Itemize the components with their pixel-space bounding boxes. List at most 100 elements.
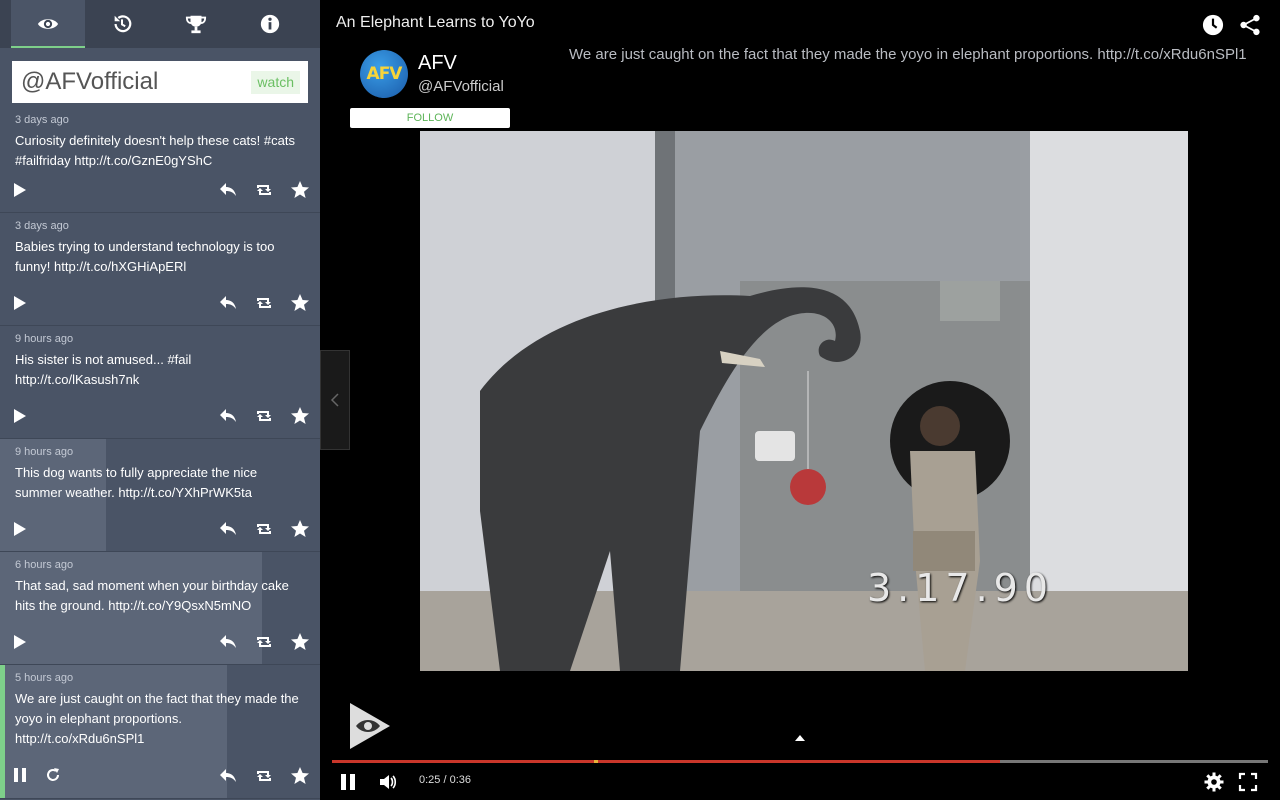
tweet-actions [0, 519, 320, 539]
watch-button[interactable]: watch [251, 71, 300, 94]
retweet-button[interactable] [254, 406, 274, 426]
star-icon [291, 633, 309, 650]
retweet-icon [257, 524, 271, 534]
star-icon [291, 181, 309, 198]
follow-button[interactable]: FOLLOW [350, 108, 510, 128]
list-item[interactable]: 9 hours ago This dog wants to fully appre… [0, 439, 320, 552]
volume-button[interactable] [378, 772, 398, 792]
share-icon [1240, 14, 1260, 36]
play-button[interactable] [12, 521, 28, 537]
video-progress-bar[interactable] [332, 760, 1268, 763]
pause-button[interactable] [338, 772, 358, 792]
tweet-time: 9 hours ago [15, 446, 74, 458]
play-button[interactable] [12, 408, 28, 424]
app-root: watch 3 days ago Curiosity definitely doe… [0, 0, 1280, 800]
tweet-actions [0, 632, 320, 652]
tab-watch[interactable] [11, 0, 85, 48]
list-item[interactable]: 6 hours ago That sad, sad moment when you… [0, 552, 320, 665]
history-button[interactable] [1202, 14, 1224, 36]
reply-button[interactable] [218, 293, 238, 313]
favorite-button[interactable] [290, 180, 310, 200]
video-date-stamp: 3.17.90 [866, 566, 1054, 610]
tweet-actions [0, 406, 320, 426]
clock-icon [1202, 14, 1224, 36]
sidebar: watch 3 days ago Curiosity definitely doe… [0, 0, 320, 800]
tweet-text: This dog wants to fully appreciate the n… [15, 465, 258, 500]
reply-icon [220, 296, 236, 309]
tweet-actions [0, 293, 320, 313]
profile-handle: @AFVofficial [418, 78, 504, 95]
favorite-button[interactable] [290, 519, 310, 539]
favorite-button[interactable] [290, 632, 310, 652]
gear-icon [1204, 772, 1224, 792]
reply-button[interactable] [218, 632, 238, 652]
retweet-button[interactable] [254, 180, 274, 200]
channel-logo-play-button[interactable] [348, 701, 392, 751]
play-button[interactable] [12, 295, 28, 311]
tweet-text: Curiosity definitely doesn't help these … [15, 133, 295, 168]
tweet-actions [0, 766, 320, 786]
chevron-left-icon [330, 393, 339, 407]
fullscreen-button[interactable] [1238, 772, 1258, 792]
pause-button[interactable] [12, 766, 30, 784]
reply-button[interactable] [218, 406, 238, 426]
tweet-time: 3 days ago [15, 220, 69, 232]
retweet-icon [257, 771, 271, 781]
retweet-icon [257, 411, 271, 421]
play-button[interactable] [12, 182, 28, 198]
list-item[interactable]: 3 days ago Curiosity definitely doesn't h… [0, 113, 320, 213]
reply-icon [220, 183, 236, 196]
trophy-icon [185, 15, 207, 34]
pause-icon [341, 774, 355, 790]
handle-input[interactable] [21, 68, 241, 96]
reply-button[interactable] [218, 766, 238, 786]
retweet-button[interactable] [254, 293, 274, 313]
eye-play-icon [350, 703, 390, 749]
caret-up-icon [795, 735, 805, 741]
reply-button[interactable] [218, 519, 238, 539]
tweet-time: 6 hours ago [15, 559, 74, 571]
tweet-time: 3 days ago [15, 114, 69, 126]
star-icon [291, 294, 309, 311]
sidebar-collapse-handle[interactable] [320, 350, 350, 450]
retweet-icon [257, 298, 271, 308]
tweet-text: We are just caught on the fact that they… [15, 691, 299, 746]
tab-info[interactable] [233, 0, 307, 48]
retweet-button[interactable] [254, 766, 274, 786]
play-icon [14, 183, 26, 197]
tweet-text: His sister is not amused... #fail http:/… [15, 352, 192, 387]
list-item[interactable]: 9 hours ago His sister is not amused... #… [0, 326, 320, 439]
tab-leaderboard[interactable] [159, 0, 233, 48]
favorite-button[interactable] [290, 293, 310, 313]
list-item[interactable]: 3 days ago Babies trying to understand te… [0, 213, 320, 326]
star-icon [291, 520, 309, 537]
video-title: An Elephant Learns to YoYo [336, 14, 535, 31]
play-icon [14, 635, 26, 649]
expand-arrow-button[interactable] [795, 730, 805, 741]
avatar-logo-text: AFV [366, 64, 403, 84]
retweet-button[interactable] [254, 519, 274, 539]
video-time: 0:25 / 0:36 [419, 774, 471, 786]
favorite-button[interactable] [290, 766, 310, 786]
retweet-icon [257, 637, 271, 647]
play-icon [14, 522, 26, 536]
share-button[interactable] [1239, 14, 1261, 36]
tab-history[interactable] [85, 0, 159, 48]
reply-button[interactable] [218, 180, 238, 200]
avatar[interactable]: AFV [360, 50, 408, 98]
play-button[interactable] [12, 634, 28, 650]
settings-button[interactable] [1204, 772, 1224, 792]
volume-icon [380, 775, 397, 789]
fullscreen-icon [1238, 772, 1258, 792]
pause-icon [14, 768, 26, 782]
reply-icon [220, 635, 236, 648]
tweet-time: 9 hours ago [15, 333, 74, 345]
replay-button[interactable] [44, 766, 62, 784]
video-frame[interactable]: 3.17.90 [420, 131, 1188, 671]
favorite-button[interactable] [290, 406, 310, 426]
tweet-text: That sad, sad moment when your birthday … [15, 578, 289, 613]
tweet-actions [0, 180, 320, 200]
reply-icon [220, 769, 236, 782]
retweet-button[interactable] [254, 632, 274, 652]
list-item[interactable]: 5 hours ago We are just caught on the fac… [0, 665, 320, 799]
